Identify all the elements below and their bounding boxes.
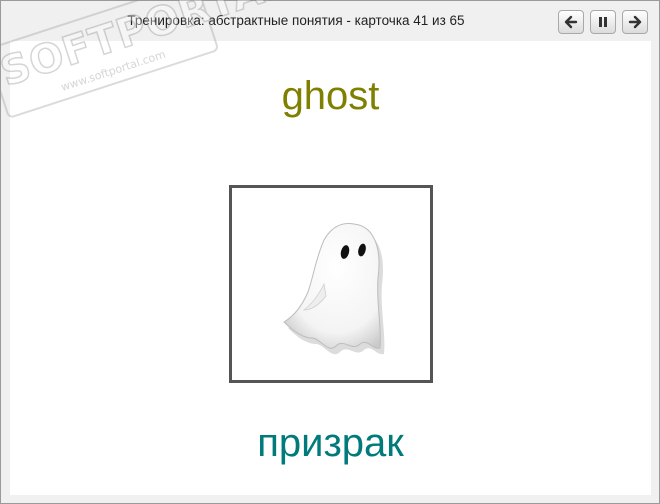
next-card-button[interactable] (622, 10, 648, 34)
card-picture-frame (229, 185, 433, 383)
previous-card-button[interactable] (558, 10, 584, 34)
title-bar: Тренировка: абстрактные понятия - карточ… (1, 1, 659, 41)
pause-button[interactable] (590, 10, 616, 34)
card-translation: призрак (257, 421, 404, 465)
ghost-picture (283, 223, 385, 355)
flashcard: ghost призрак (10, 41, 651, 495)
arrow-right-icon (628, 15, 642, 29)
arrow-left-icon (564, 15, 578, 29)
window-title: Тренировка: абстрактные понятия - карточ… (127, 13, 465, 28)
pause-icon (599, 17, 607, 27)
app-window: Тренировка: абстрактные понятия - карточ… (0, 0, 660, 504)
card-word: ghost (281, 74, 380, 118)
